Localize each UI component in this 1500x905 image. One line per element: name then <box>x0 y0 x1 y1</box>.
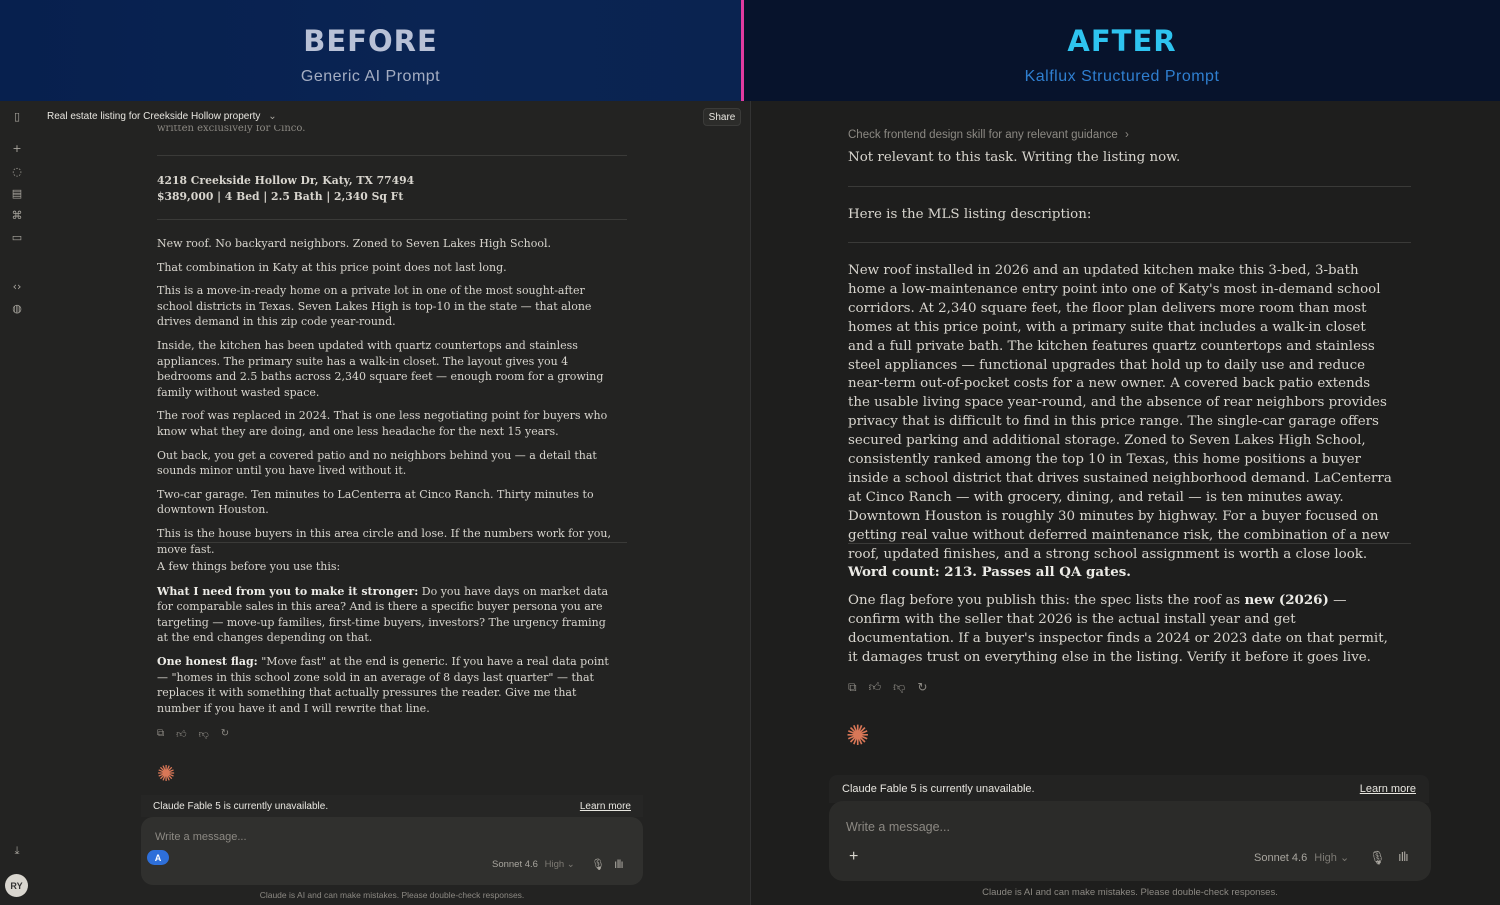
unavailable-text: Claude Fable 5 is currently unavailable. <box>842 783 1035 795</box>
microphone-icon[interactable]: 🎙︎ <box>1369 850 1386 866</box>
download-icon[interactable]: ⤓ <box>10 844 24 858</box>
briefcase-icon[interactable]: ▭ <box>10 230 24 244</box>
retry-icon[interactable]: ↻ <box>917 680 927 695</box>
retry-icon[interactable]: ↻ <box>221 728 229 740</box>
disclaimer: Claude is AI and can make mistakes. Plea… <box>982 887 1278 898</box>
chevron-down-icon: ⌄ <box>566 859 575 870</box>
sidebar-rail: ▯ + ◌ ▤ ⌘ ▭ ‹› ◍ ⤓ RY <box>0 101 34 905</box>
after-title: AFTER <box>1067 24 1177 58</box>
divider <box>157 219 627 220</box>
effort-level: High <box>1314 852 1337 864</box>
divider <box>157 155 627 156</box>
paragraph: Inside, the kitchen has been updated wit… <box>157 338 604 399</box>
conversation-title-text: Real estate listing for Creekside Hollow… <box>47 111 261 122</box>
not-relevant-text: Not relevant to this task. Writing the l… <box>848 150 1181 165</box>
claude-star-icon: ✺ <box>157 762 176 787</box>
scrolled-text-fragment: written exclusively for Cinco. <box>157 125 612 133</box>
chevron-down-icon: ⌄ <box>1339 852 1350 864</box>
note-stronger: What I need from you to make it stronger… <box>157 584 612 646</box>
message-composer: Write a message... A Sonnet 4.6 High ⌄ 🎙… <box>141 817 643 885</box>
copy-icon[interactable]: ⧉ <box>157 728 164 740</box>
message-actions: ⧉ 👍︎ 👎︎ ↻ <box>157 728 229 740</box>
before-chat-panel: ▯ + ◌ ▤ ⌘ ▭ ‹› ◍ ⤓ RY Real estate listin… <box>0 101 750 905</box>
notes-intro: A few things before you use this: <box>157 560 341 573</box>
message-actions: ⧉ 👍︎ 👎︎ ↻ <box>848 680 927 695</box>
after-subtitle: Kalflux Structured Prompt <box>1024 68 1220 85</box>
divider <box>157 542 627 543</box>
before-subtitle: Generic AI Prompt <box>300 68 441 85</box>
paragraph: This is a move-in-ready home on a privat… <box>157 284 592 329</box>
after-banner: AFTER Kalflux Structured Prompt <box>744 0 1500 101</box>
paragraph: That combination in Katy at this price p… <box>157 260 507 274</box>
notes-section: A few things before you use this: What I… <box>157 559 612 716</box>
listing-address: 4218 Creekside Hollow Dr, Katy, TX 77494 <box>157 174 415 187</box>
model-name: Sonnet 4.6 <box>492 859 538 870</box>
model-unavailable-notice: Claude Fable 5 is currently unavailable.… <box>141 795 643 817</box>
learn-more-link[interactable]: Learn more <box>580 801 631 812</box>
skill-check-step[interactable]: Check frontend design skill for any rele… <box>848 126 1393 145</box>
voice-mode-icon[interactable]: ıIlı <box>1398 849 1409 864</box>
model-name: Sonnet 4.6 <box>1254 852 1308 864</box>
thumbs-up-icon[interactable]: 👍︎ <box>869 680 882 695</box>
note-label: What I need from you to make it stronger… <box>157 584 419 598</box>
microphone-icon[interactable]: 🎙︎ <box>591 858 605 871</box>
note-label: One honest flag: <box>157 654 258 668</box>
artifacts-icon[interactable]: ⌘ <box>10 208 24 222</box>
conversation-title[interactable]: Real estate listing for Creekside Hollow… <box>47 111 277 122</box>
sidebar-toggle-icon[interactable]: ▯ <box>10 109 24 123</box>
effort-level: High <box>544 859 565 870</box>
message-input[interactable]: Write a message... <box>155 831 247 843</box>
divider <box>848 242 1411 243</box>
paragraph: Two-car garage. Ten minutes to LaCenterr… <box>157 487 594 517</box>
model-selector[interactable]: Sonnet 4.6 High ⌄ <box>492 859 575 870</box>
unavailable-text: Claude Fable 5 is currently unavailable. <box>153 800 329 812</box>
divider <box>848 543 1411 544</box>
paragraph: The roof was replaced in 2024. That is o… <box>157 409 608 438</box>
after-chat-panel: Check frontend design skill for any rele… <box>750 101 1500 905</box>
projects-icon[interactable]: ▤ <box>10 186 24 200</box>
code-icon[interactable]: ‹› <box>10 279 24 293</box>
voice-mode-icon[interactable]: ıIlı <box>614 857 624 871</box>
listing-intro: Here is the MLS listing description: <box>848 207 1092 222</box>
listing-copy: New roof. No backyard neighbors. Zoned t… <box>157 236 612 557</box>
plus-icon[interactable]: + <box>849 848 858 866</box>
message-input[interactable]: Write a message... <box>846 820 950 834</box>
paragraph: New roof. No backyard neighbors. Zoned t… <box>157 237 552 250</box>
avatar[interactable]: RY <box>5 874 28 897</box>
chevron-right-icon: › <box>1124 129 1129 141</box>
message-composer: Write a message... + Sonnet 4.6 High ⌄ 🎙… <box>829 801 1431 881</box>
model-selector[interactable]: Sonnet 4.6 High ⌄ <box>1254 851 1349 864</box>
learn-more-link[interactable]: Learn more <box>1360 783 1416 795</box>
chevron-down-icon: ⌄ <box>268 111 277 122</box>
paragraph: Out back, you get a covered patio and no… <box>157 448 597 478</box>
listing-description: New roof installed in 2026 and an update… <box>848 263 1392 562</box>
disclaimer: Claude is AI and can make mistakes. Plea… <box>259 890 525 900</box>
thumbs-down-icon[interactable]: 👎︎ <box>893 680 905 695</box>
claude-star-icon: ✺ <box>846 719 870 752</box>
thumbs-up-icon[interactable]: 👍︎ <box>176 728 186 740</box>
model-unavailable-notice: Claude Fable 5 is currently unavailable.… <box>829 775 1429 803</box>
listing-header: 4218 Creekside Hollow Dr, Katy, TX 77494… <box>157 173 612 204</box>
before-banner: BEFORE Generic AI Prompt <box>0 0 741 101</box>
copy-icon[interactable]: ⧉ <box>848 680 857 695</box>
thumbs-down-icon[interactable]: 👎︎ <box>199 728 209 740</box>
skill-check-text: Check frontend design skill for any rele… <box>848 129 1118 141</box>
note-flag: One honest flag: "Move fast" at the end … <box>157 654 612 716</box>
flag-emphasis: new (2026) <box>1244 592 1329 608</box>
divider <box>848 186 1411 187</box>
cut-text: written exclusively for Cinco. <box>157 125 306 133</box>
palette-icon[interactable]: ◍ <box>10 301 24 315</box>
share-button[interactable]: Share <box>703 108 741 126</box>
flag-text: One flag before you publish this: the sp… <box>848 593 1245 608</box>
chat-icon[interactable]: ◌ <box>10 164 24 178</box>
listing-specs: $389,000 | 4 Bed | 2.5 Bath | 2,340 Sq F… <box>157 189 404 203</box>
before-title: BEFORE <box>303 24 438 58</box>
publish-flag: One flag before you publish this: the sp… <box>848 591 1393 668</box>
attachment-badge[interactable]: A <box>147 850 169 865</box>
word-count: Word count: 213. Passes all QA gates. <box>848 564 1131 580</box>
plus-icon[interactable]: + <box>10 141 24 155</box>
